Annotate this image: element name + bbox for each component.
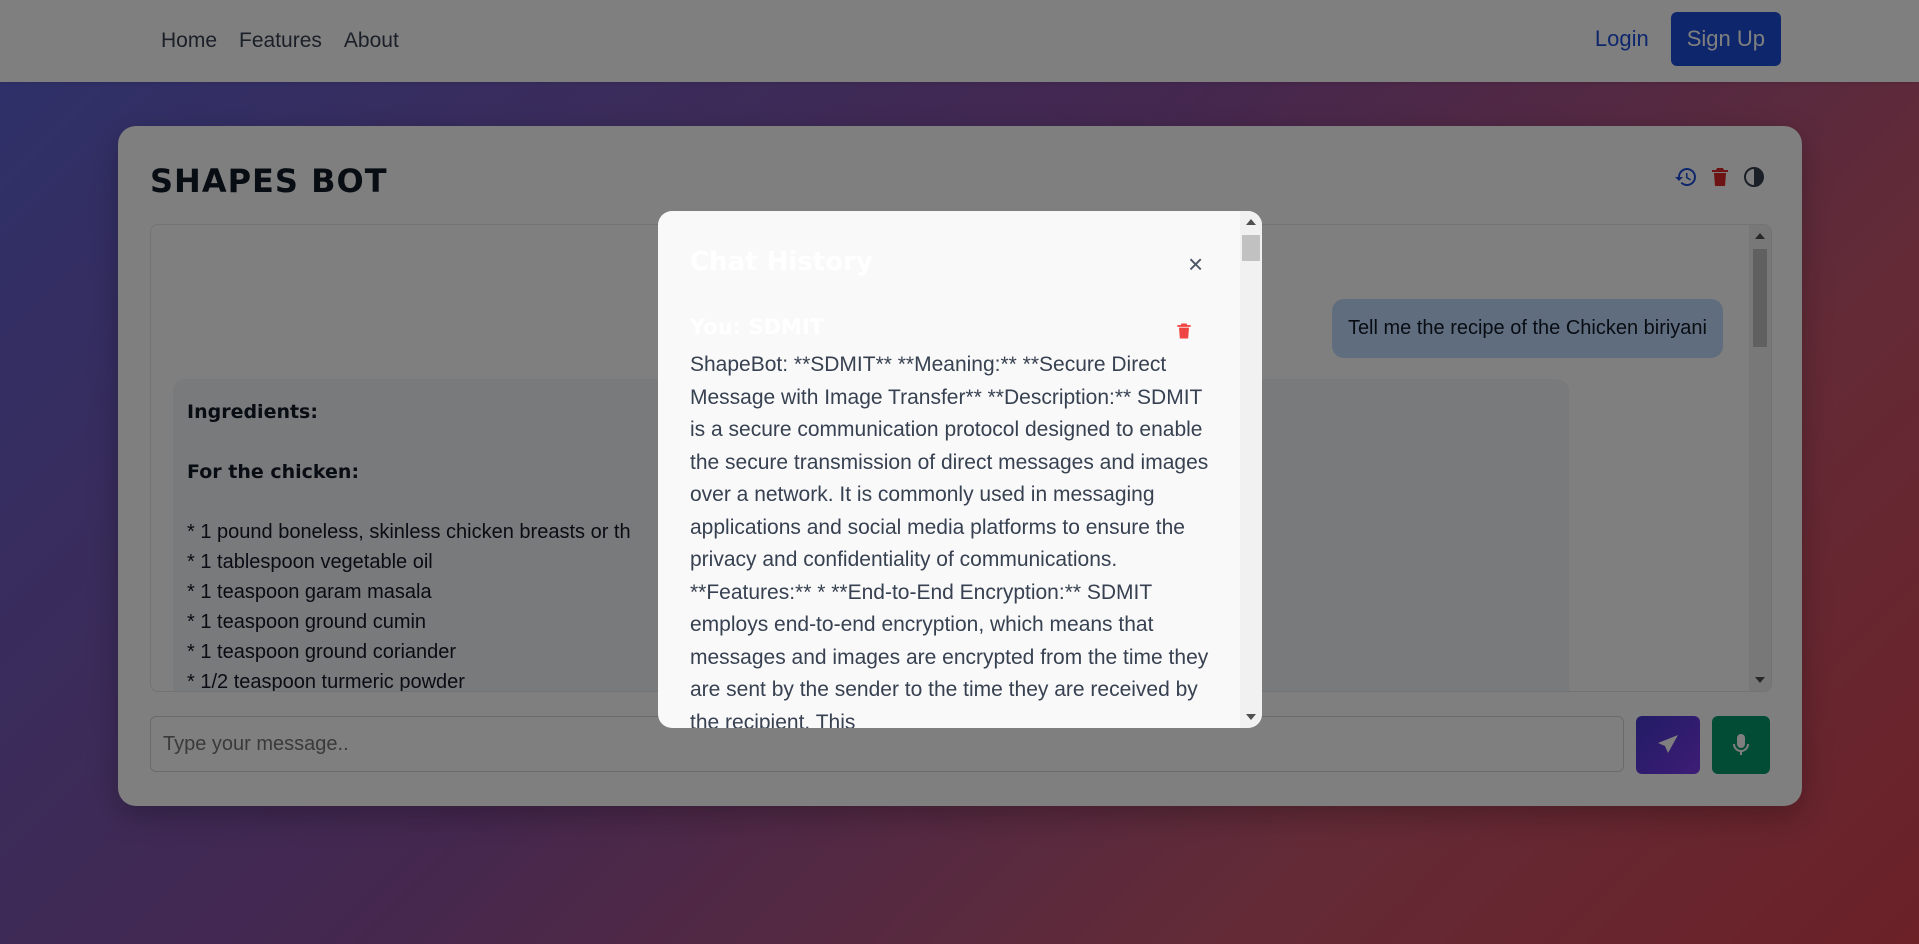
history-entry-bot: ShapeBot: **SDMIT** **Meaning:** **Secur… (690, 353, 1209, 728)
scroll-down-arrow[interactable] (1246, 714, 1256, 720)
modal-scrollbar[interactable] (1240, 211, 1262, 728)
delete-entry-icon[interactable] (1174, 319, 1194, 348)
modal-title: Chat History (690, 247, 873, 277)
scroll-up-arrow[interactable] (1246, 219, 1256, 225)
scroll-thumb[interactable] (1242, 235, 1260, 261)
close-icon[interactable]: × (1188, 249, 1203, 280)
history-entry-user: You: SDMIT (690, 315, 824, 339)
chat-history-modal: Chat History × You: SDMIT ShapeBot: **SD… (658, 211, 1262, 728)
